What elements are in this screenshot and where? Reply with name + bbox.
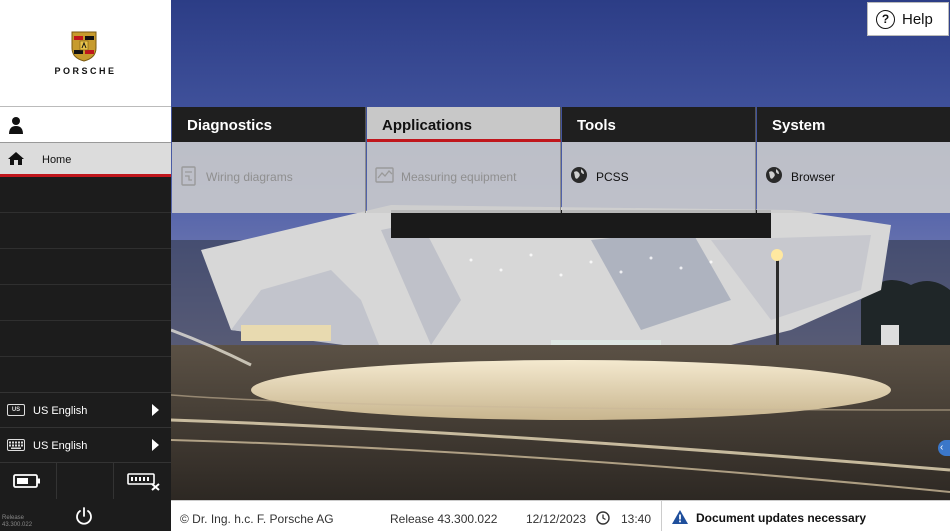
menu-panel-diagnostics: Wiring diagrams	[172, 142, 366, 213]
tab-diagnostics[interactable]: Diagnostics	[172, 107, 366, 142]
brand-wordmark: PORSCHE	[54, 66, 117, 76]
menu-item-label: Wiring diagrams	[206, 170, 293, 184]
chevron-right-icon	[152, 439, 159, 451]
sidebar-item-home[interactable]: Home	[0, 143, 171, 177]
menu-item-label: Measuring equipment	[401, 170, 517, 184]
menu-column-diagnostics: Diagnostics Wiring diagrams	[172, 107, 366, 213]
sidebar-empty-slot	[0, 357, 171, 393]
menu-column-tools: Tools PCSS	[562, 107, 756, 213]
chevron-right-icon	[152, 404, 159, 416]
porsche-museum-background-image	[171, 0, 950, 500]
keyboard-language-selector[interactable]: US English	[0, 427, 171, 462]
chevron-left-icon: ‹	[940, 442, 944, 453]
sidebar-empty-slot	[0, 249, 171, 285]
logo-box: PORSCHE	[0, 0, 171, 107]
release-mini-label: Release	[2, 515, 25, 521]
home-icon	[8, 152, 24, 165]
sidebar-empty-slot	[0, 177, 171, 213]
tab-tools[interactable]: Tools	[562, 107, 756, 142]
flag-badge-icon: US	[7, 404, 25, 416]
main-menu: Diagnostics Wiring diagrams Applications	[172, 107, 950, 213]
sidebar-empty-slot	[0, 213, 171, 249]
main-area: ? Help Diagnostics Wiring diagrams Appli…	[171, 0, 950, 531]
wiring-diagram-icon	[181, 166, 196, 186]
keyboard-language-label: US English	[33, 440, 88, 452]
keyboard-icon	[7, 439, 25, 451]
copyright-text: © Dr. Ing. h.c. F. Porsche AG	[180, 512, 334, 526]
menu-column-system: System Browser	[757, 107, 950, 213]
porsche-crest-logo	[71, 31, 97, 62]
clock-icon	[596, 511, 610, 525]
status-tools-row	[0, 462, 171, 499]
vci-status-button[interactable]	[114, 463, 171, 499]
menu-panel-tools: PCSS	[562, 142, 756, 213]
measuring-equipment-icon	[375, 167, 394, 183]
side-panel-expand-button[interactable]: ‹	[938, 440, 950, 456]
battery-icon	[13, 474, 40, 488]
current-date: 12/12/2023	[526, 512, 587, 526]
current-time: 13:40	[621, 512, 652, 526]
globe-icon	[571, 167, 587, 183]
document-update-notice[interactable]: Document updates necessary	[661, 501, 950, 531]
sidebar: PORSCHE Home US US English US English Re…	[0, 0, 171, 531]
vci-disconnected-icon	[127, 473, 160, 491]
release-mini-text: Release 43.300.022	[2, 515, 32, 529]
tab-system[interactable]: System	[757, 107, 950, 142]
menu-item-label: Browser	[791, 170, 836, 184]
document-update-label: Document updates necessary	[696, 511, 867, 525]
help-label: Help	[902, 11, 933, 28]
question-circle-icon: ?	[876, 10, 895, 29]
menu-panel-system: Browser	[757, 142, 950, 213]
globe-icon	[766, 167, 782, 183]
sidebar-empty-slot	[0, 321, 171, 357]
power-icon[interactable]	[74, 506, 94, 526]
ui-language-selector[interactable]: US US English	[0, 392, 171, 427]
user-icon	[9, 117, 23, 134]
battery-status-button[interactable]	[0, 463, 57, 499]
menu-column-applications: Applications Measuring equipment	[367, 107, 561, 213]
menu-item-label: PCSS	[596, 170, 629, 184]
status-footer: © Dr. Ing. h.c. F. Porsche AG Release 43…	[171, 500, 950, 531]
sidebar-empty-slot	[0, 285, 171, 321]
tool-empty-cell	[57, 463, 114, 499]
warning-icon	[672, 510, 688, 524]
release-mini-version: 43.300.022	[2, 522, 33, 528]
menu-panel-applications: Measuring equipment	[367, 142, 561, 213]
tab-applications[interactable]: Applications	[367, 107, 561, 142]
user-button[interactable]	[0, 107, 171, 143]
sidebar-item-label: Home	[42, 154, 72, 166]
release-version: Release 43.300.022	[390, 512, 498, 526]
help-button[interactable]: ? Help	[867, 2, 949, 36]
ui-language-label: US English	[33, 405, 88, 417]
